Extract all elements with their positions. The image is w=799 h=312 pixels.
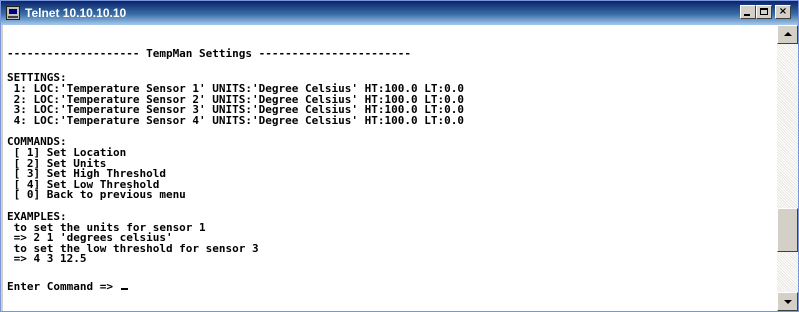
window-title: Telnet 10.10.10.10 [25,6,127,20]
telnet-window: Telnet 10.10.10.10 × -------------------… [0,0,799,312]
maximize-icon [760,8,768,15]
vertical-scrollbar[interactable] [777,25,798,311]
command-prompt[interactable]: Enter Command => [7,281,128,292]
close-icon: × [778,6,788,17]
title-bar[interactable]: Telnet 10.10.10.10 × [1,1,798,25]
example-line: => 4 3 12.5 [7,252,87,265]
minimize-button[interactable] [740,5,756,19]
scroll-up-button[interactable] [777,25,798,44]
close-button[interactable]: × [775,5,791,19]
scrollbar-thumb[interactable] [777,208,798,252]
prompt-text: Enter Command => [7,280,120,293]
settings-header-line: -------------------- TempMan Settings --… [7,47,411,60]
command-line: [ 0] Back to previous menu [7,188,186,201]
arrow-down-icon [784,300,792,304]
terminal-screen[interactable]: -------------------- TempMan Settings --… [3,25,777,311]
text-cursor [120,288,128,290]
scroll-down-button[interactable] [777,292,798,311]
arrow-up-icon [784,32,792,36]
maximize-button[interactable] [756,5,772,19]
minimize-icon [744,14,750,16]
terminal-icon[interactable] [6,6,20,20]
sensor-line: 4: LOC:'Temperature Sensor 4' UNITS:'Deg… [7,114,464,127]
